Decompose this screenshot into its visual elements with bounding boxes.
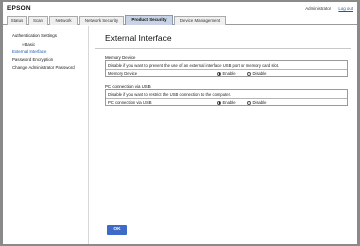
header-bar: EPSON Administrator Log out [3, 2, 357, 15]
tab-product-security[interactable]: Product Security [125, 15, 173, 25]
sidebar-heading-authentication-settings[interactable]: Authentication Settings [12, 33, 57, 38]
memory-device-enable-option[interactable]: Enable [217, 71, 236, 76]
sidebar-item-basic[interactable]: »Basic [22, 42, 35, 47]
pc-connection-description: Disable if you want to restrict the USB … [108, 92, 231, 97]
title-divider [95, 48, 351, 49]
tab-device-management[interactable]: Device Management [174, 16, 226, 25]
radio-unchecked-icon[interactable] [247, 71, 251, 76]
user-links: Administrator Log out [305, 6, 353, 11]
tab-network-security[interactable]: Network Security [79, 16, 124, 25]
app-window: EPSON Administrator Log out Status Scan … [3, 2, 357, 244]
pc-connection-enable-option[interactable]: Enable [217, 100, 236, 105]
user-name: Administrator [305, 6, 332, 11]
pc-connection-disable-option[interactable]: Disable [247, 100, 266, 105]
radio-checked-icon[interactable] [217, 100, 221, 105]
memory-device-row: Memory Device Enable Disable [106, 69, 347, 76]
memory-device-panel: Disable if you want to prevent the use o… [105, 60, 348, 77]
tab-network[interactable]: Network [49, 16, 78, 25]
memory-device-description: Disable if you want to prevent the use o… [108, 63, 280, 68]
memory-device-row-label: Memory Device [108, 71, 138, 76]
pc-connection-panel: Disable if you want to restrict the USB … [105, 89, 348, 106]
ok-button[interactable]: OK [107, 225, 127, 235]
pc-connection-row: PC connection via USB Enable Disable [106, 98, 347, 105]
logout-link[interactable]: Log out [338, 6, 353, 11]
memory-device-disable-option[interactable]: Disable [247, 71, 266, 76]
sidebar: Authentication Settings »Basic External … [3, 26, 89, 244]
tab-bar: Status Scan Network Network Security Pro… [3, 15, 357, 25]
main-content: External Interface Memory Device Disable… [89, 26, 357, 244]
radio-checked-icon[interactable] [217, 71, 221, 76]
pc-connection-row-label: PC connection via USB [108, 100, 152, 105]
sidebar-item-change-admin-password[interactable]: Change Administrator Password [12, 65, 75, 70]
sidebar-item-password-encryption[interactable]: Password Encryption [12, 57, 53, 62]
tab-scan[interactable]: Scan [28, 16, 48, 25]
sidebar-item-external-interface[interactable]: External Interface [12, 49, 46, 54]
brand-logo: EPSON [7, 5, 31, 12]
page-title: External Interface [105, 33, 172, 43]
tab-status[interactable]: Status [7, 16, 27, 25]
radio-unchecked-icon[interactable] [247, 100, 251, 105]
